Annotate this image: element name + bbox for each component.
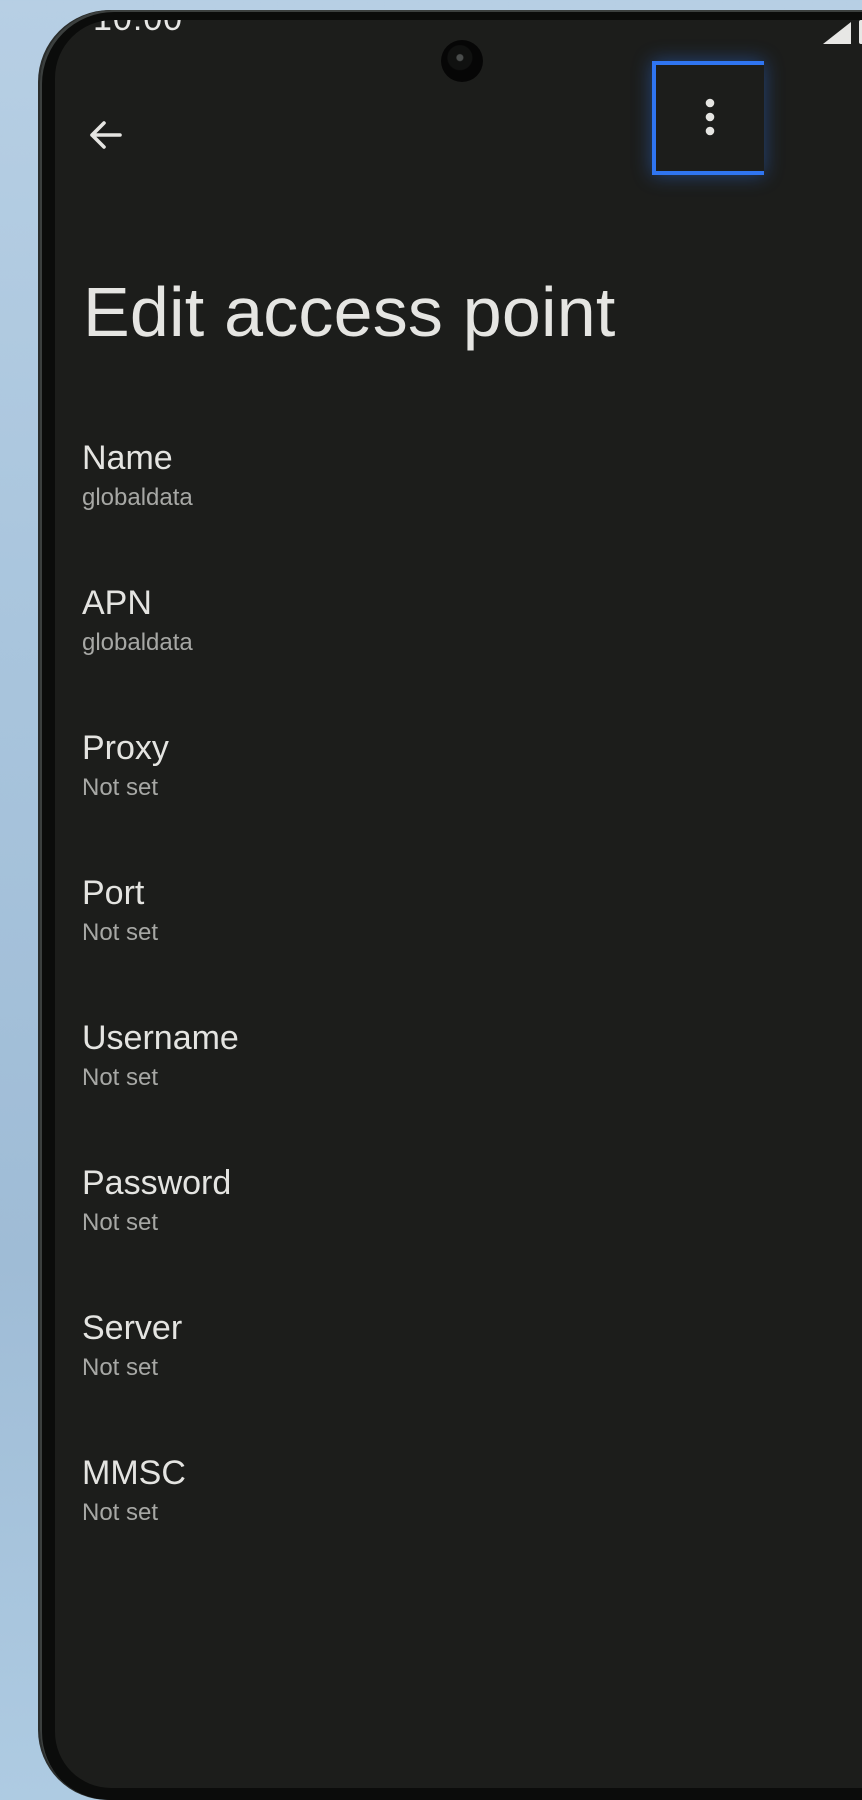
front-camera — [441, 40, 483, 82]
setting-value: Not set — [82, 919, 159, 946]
setting-label: Password — [82, 1164, 232, 1202]
access-point-settings-list: Name globaldata APN globaldata Proxy Not… — [55, 420, 862, 1580]
setting-apn[interactable]: APN globaldata — [55, 565, 862, 710]
arrow-left-icon — [90, 121, 122, 149]
setting-value: Not set — [82, 1209, 159, 1236]
setting-label: Server — [82, 1309, 183, 1347]
setting-value: globaldata — [82, 629, 193, 656]
setting-name[interactable]: Name globaldata — [55, 420, 862, 565]
setting-value: globaldata — [82, 484, 193, 511]
setting-label: Username — [82, 1019, 239, 1057]
setting-mmsc[interactable]: MMSC Not set — [55, 1435, 862, 1580]
setting-server[interactable]: Server Not set — [55, 1290, 862, 1435]
overflow-menu-button[interactable] — [652, 61, 764, 175]
setting-value: Not set — [82, 1499, 159, 1526]
setting-value: Not set — [82, 1064, 159, 1091]
setting-value: Not set — [82, 774, 159, 801]
more-vertical-icon — [705, 98, 715, 136]
setting-password[interactable]: Password Not set — [55, 1145, 862, 1290]
status-time: 10:00 — [93, 20, 183, 39]
setting-label: Port — [82, 874, 145, 912]
setting-username[interactable]: Username Not set — [55, 1000, 862, 1145]
setting-proxy[interactable]: Proxy Not set — [55, 710, 862, 855]
phone-screen: 10:00 Edit access point Name globaldata … — [55, 20, 862, 1788]
setting-label: MMSC — [82, 1454, 186, 1492]
page-title: Edit access point — [83, 273, 616, 351]
setting-value: Not set — [82, 1354, 159, 1381]
setting-label: Name — [82, 439, 173, 477]
setting-port[interactable]: Port Not set — [55, 855, 862, 1000]
setting-label: APN — [82, 584, 152, 622]
signal-icon — [823, 22, 851, 44]
back-button[interactable] — [55, 90, 155, 180]
setting-label: Proxy — [82, 729, 169, 767]
